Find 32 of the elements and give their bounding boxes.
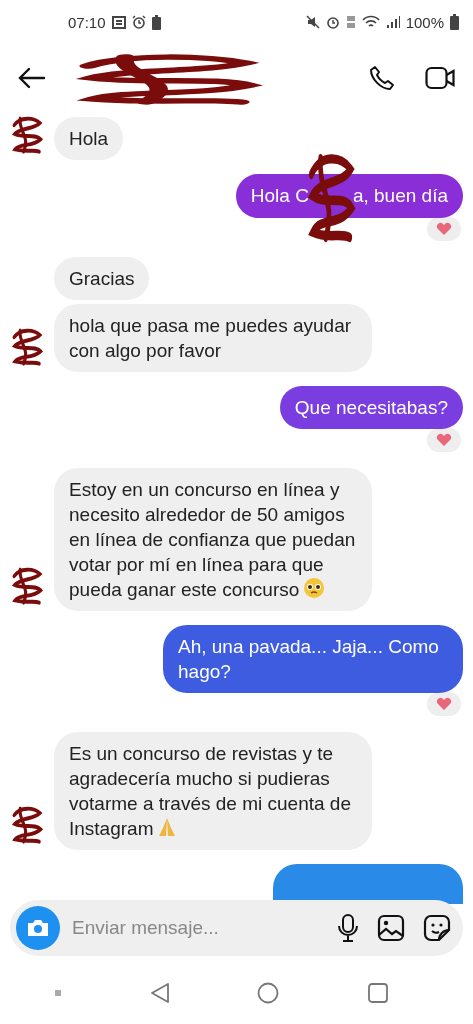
message-bubble: Que necesitabas?	[279, 386, 463, 429]
back-icon[interactable]	[149, 982, 170, 1004]
alarm-icon	[131, 15, 146, 29]
video-camera-icon[interactable]	[425, 66, 455, 90]
message-bubble: Hola	[54, 117, 124, 160]
message-bubble: Ah, una pavada... Jaja... Como hago?	[163, 625, 463, 693]
message-bubble: Estoy en un concurso en línea y necesito alrededor de 50 amigos en línea de confianza que puedan votar por mí en línea para que pueda ganar este concurso	[54, 468, 372, 611]
pleading-face-icon	[303, 577, 326, 599]
heart-icon	[436, 222, 452, 236]
camera-button[interactable]	[16, 906, 60, 950]
message-bubble: Gracias	[54, 257, 150, 300]
home-icon[interactable]	[257, 982, 280, 1004]
recent-apps-icon[interactable]	[367, 982, 390, 1004]
mute-icon	[305, 15, 320, 29]
message-bubble: Es un concurso de revistas y te agradecería mucho si pudieras votarme a través de mi cuenta de Instagram	[54, 732, 372, 850]
signal-icon	[385, 15, 400, 29]
phone-icon[interactable]	[369, 65, 395, 91]
sticker-icon[interactable]	[423, 914, 451, 942]
back-arrow-icon[interactable]	[18, 67, 46, 89]
image-icon[interactable]	[377, 914, 405, 942]
camera-icon	[26, 918, 50, 938]
heart-icon	[436, 433, 452, 447]
notification-icon	[111, 15, 126, 29]
alarm-icon	[325, 15, 340, 29]
battery-percent: 100%	[405, 13, 444, 31]
battery-icon	[151, 14, 161, 30]
status-time: 07:10	[68, 13, 106, 31]
heart-icon	[436, 697, 452, 711]
microphone-icon[interactable]	[337, 914, 359, 942]
battery-icon	[450, 14, 459, 30]
wifi-icon	[361, 15, 380, 29]
message-bubble: hola que pasa me puedes ayudar con algo por favor	[54, 304, 372, 372]
